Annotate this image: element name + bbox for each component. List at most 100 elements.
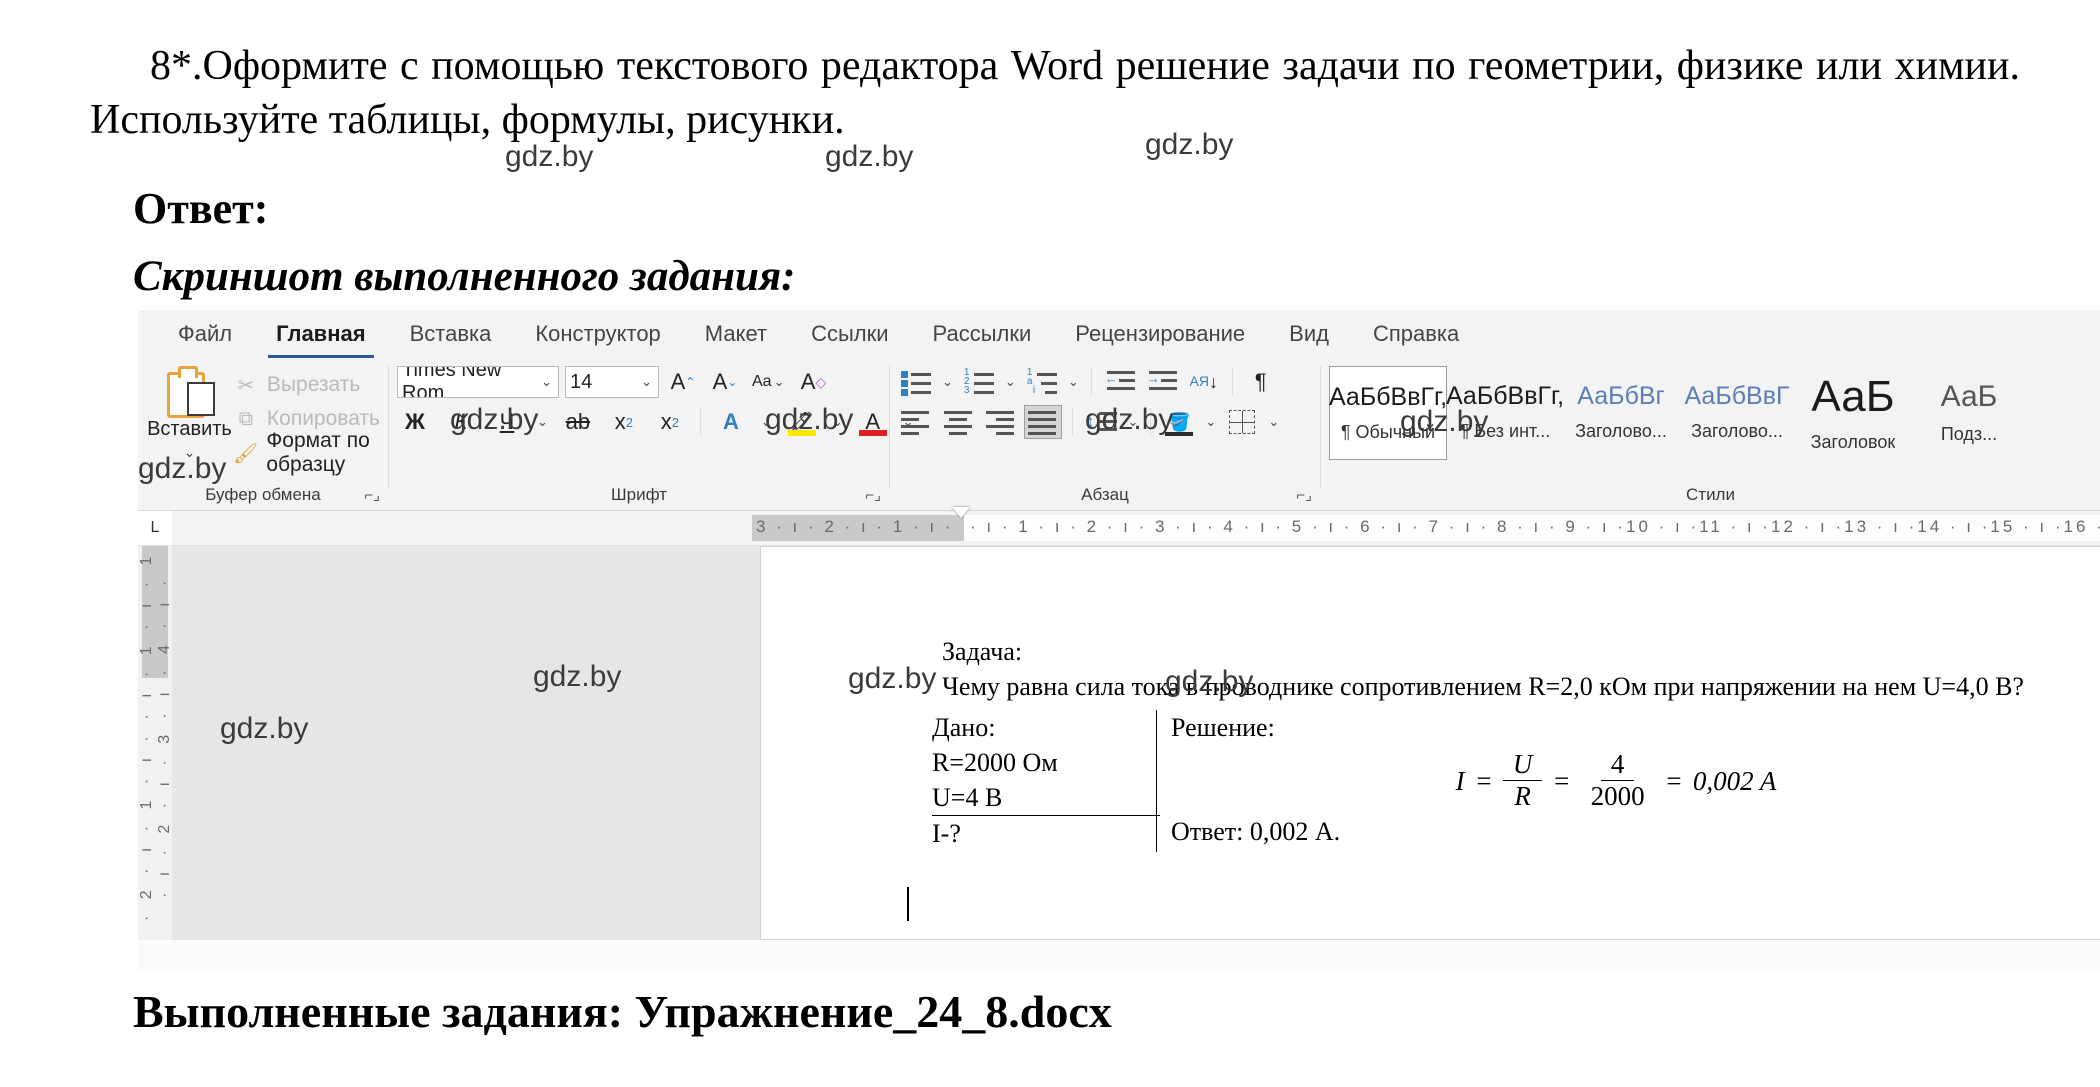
chevron-down-icon[interactable]: ⌄ [639, 374, 654, 390]
style-item-title[interactable]: АаБ Заголовок [1795, 366, 1911, 458]
strikethrough-button[interactable]: аb [560, 406, 596, 438]
doc-solution-column: Решение: I = U R = 4 2000 = 0,002 A Отве… [1156, 710, 2061, 852]
tab-mailings[interactable]: Рассылки [911, 315, 1054, 353]
chevron-down-icon[interactable]: ⌄ [1203, 414, 1218, 430]
vertical-ruler[interactable]: · 2 · ı · 1 · ı · · ı · 1 · ı · 1 · ı · … [138, 546, 173, 940]
group-clipboard: Вставить ⌄ ✂ Вырезать ⧉ Копировать 🖌 Фор… [138, 358, 388, 510]
paste-label: Вставить [147, 418, 232, 440]
group-font: Times New Rom ⌄ 14 ⌄ A ⌃ A ⌄ Aa ⌄ A ◇ Ж … [389, 358, 914, 510]
copy-icon: ⧉ [238, 407, 254, 430]
tab-stop-selector[interactable]: L [138, 511, 172, 545]
tab-references[interactable]: Ссылки [789, 315, 910, 353]
clipboard-dialog-launcher[interactable]: ⌐⌟ [364, 486, 380, 504]
text-effects-button[interactable]: A [713, 406, 749, 438]
group-paragraph: ⌄ 1 2 3 ⌄ 1 a i ⌄ ← → АЯ ↓ ¶ ↕ ⌄ 🪣 ⌄ ⌄ А… [890, 358, 1320, 510]
first-line-indent-marker[interactable] [952, 507, 970, 518]
bold-button[interactable]: Ж [397, 406, 433, 438]
tab-design[interactable]: Конструктор [513, 315, 682, 353]
tab-insert[interactable]: Вставка [388, 315, 514, 353]
tab-file[interactable]: Файл [156, 315, 254, 353]
doc-title-line: Задача: [942, 637, 1023, 666]
text-caret [907, 887, 909, 921]
tab-review[interactable]: Рецензирование [1053, 315, 1267, 353]
horizontal-ruler-bar[interactable]: L 3 · ı · 2 · ı · 1 · ı · · ı · 1 · ı · … [138, 507, 2100, 546]
chevron-down-icon[interactable]: ⌄ [1266, 414, 1281, 430]
style-item-heading2[interactable]: АаБбВвГ Заголово... [1679, 366, 1795, 458]
group-label-font: Шрифт ⌐⌟ [611, 485, 881, 504]
numbered-list-icon: 1 2 3 [964, 368, 994, 396]
shading-button[interactable]: 🪣 [1161, 406, 1197, 438]
formula-eq1: = [1474, 765, 1493, 796]
chevron-down-icon[interactable]: ⌄ [940, 374, 955, 390]
tab-help[interactable]: Справка [1351, 315, 1481, 353]
shrink-font-button[interactable]: A ⌄ [707, 366, 743, 398]
underline-button[interactable]: Ч [489, 406, 525, 438]
formula-eq2: = [1552, 765, 1571, 796]
style-item-heading1[interactable]: АаБбВг Заголово... [1563, 366, 1679, 458]
format-painter-button[interactable]: 🖌 Формат по образцу [232, 429, 380, 476]
ruler-left-labels: 3 · ı · 2 · ı · 1 · ı · [756, 517, 954, 536]
font-size-input[interactable]: 14 ⌄ [565, 366, 659, 398]
style-item-subtitle[interactable]: АаБ Подз... [1911, 366, 2027, 458]
ribbon: Вставить ⌄ ✂ Вырезать ⧉ Копировать 🖌 Фор… [138, 358, 2100, 511]
highlight-button[interactable]: 🖊 [784, 406, 820, 438]
chevron-down-icon[interactable]: ⌄ [1066, 374, 1081, 390]
style-item-no-spacing[interactable]: АаБбВвГг, ¶ Без инт... [1446, 366, 1564, 458]
clear-formatting-button[interactable]: A ◇ [795, 366, 831, 398]
multilevel-list-button[interactable]: 1 a i [1024, 366, 1060, 398]
format-painter-label: Формат по образцу [266, 429, 370, 476]
align-left-button[interactable] [898, 406, 934, 438]
given-header: Дано: [932, 713, 996, 743]
document-page[interactable]: Задача: Чему равна сила тока в проводник… [760, 546, 2100, 940]
paste-icon [163, 366, 216, 418]
grow-font-button[interactable]: A ⌃ [665, 366, 701, 398]
ruler-right-labels: · ı · 1 · ı · 2 · ı · 3 · ı · 4 · ı · 5 … [970, 517, 2100, 536]
group-styles: АаБбВвГг, ¶ Обычный АаБбВвГг, ¶ Без инт.… [1321, 358, 2100, 510]
sort-button[interactable]: АЯ ↓ [1186, 366, 1222, 398]
horizontal-ruler[interactable]: 3 · ı · 2 · ı · 1 · ı · · ı · 1 · ı · 2 … [752, 507, 2100, 541]
formula-fraction-1: U R [1502, 749, 1543, 812]
font-name-value: Times New Rom [402, 366, 502, 398]
copy-label: Копировать [266, 407, 380, 430]
align-left-icon [901, 409, 931, 435]
group-label-styles: Стили [1686, 485, 1735, 504]
align-center-button[interactable] [940, 406, 976, 438]
tab-view[interactable]: Вид [1267, 315, 1351, 353]
bullets-button[interactable] [898, 366, 934, 398]
chevron-down-icon[interactable]: ⌄ [1126, 414, 1141, 430]
increase-indent-button[interactable]: → [1144, 366, 1180, 398]
solution-header: Решение: [1171, 713, 1275, 743]
borders-button[interactable] [1224, 406, 1260, 438]
chevron-down-icon[interactable]: ⌄ [759, 414, 774, 430]
numbering-button[interactable]: 1 2 3 [961, 366, 997, 398]
chevron-down-icon[interactable]: ⌄ [184, 445, 196, 459]
font-dialog-launcher[interactable]: ⌐⌟ [865, 486, 881, 504]
chevron-down-icon[interactable]: ⌄ [535, 414, 550, 430]
style-item-normal[interactable]: АаБбВвГг, ¶ Обычный [1329, 366, 1447, 460]
decrease-indent-button[interactable]: ← [1102, 366, 1138, 398]
document-text[interactable]: Задача: Чему равна сила тока в проводник… [906, 634, 2061, 852]
font-color-button[interactable]: A [855, 406, 891, 438]
font-name-input[interactable]: Times New Rom ⌄ [397, 366, 559, 398]
paste-button[interactable]: Вставить ⌄ [146, 364, 233, 459]
paragraph-dialog-launcher[interactable]: ⌐⌟ [1296, 486, 1312, 504]
tab-layout[interactable]: Макет [683, 315, 789, 353]
cut-button[interactable]: ✂ Вырезать [233, 368, 380, 402]
styles-gallery: АаБбВвГг, ¶ Обычный АаБбВвГг, ¶ Без инт.… [1329, 364, 2027, 460]
italic-button[interactable]: К [443, 406, 479, 438]
superscript-button[interactable]: x2 [652, 406, 688, 438]
show-marks-button[interactable]: ¶ [1243, 366, 1279, 398]
chevron-down-icon[interactable]: ⌄ [539, 374, 554, 390]
shading-icon: 🪣 [1168, 411, 1191, 432]
align-justify-button[interactable] [1024, 405, 1062, 439]
align-right-button[interactable] [982, 406, 1018, 438]
chevron-down-icon[interactable]: ⌄ [830, 414, 845, 430]
change-case-button[interactable]: Aa ⌄ [749, 366, 789, 398]
answer-line: Ответ: 0,002 А. [1171, 817, 1341, 847]
tab-home[interactable]: Главная [254, 315, 387, 359]
chevron-down-icon[interactable]: ⌄ [1003, 374, 1018, 390]
doc-table: Дано: R=2000 Ом U=4 В I-? Решение: I = U… [906, 710, 2061, 852]
subscript-button[interactable]: x2 [606, 406, 642, 438]
paintbrush-icon: 🖌 [232, 442, 259, 465]
line-spacing-button[interactable]: ↕ [1083, 406, 1120, 438]
